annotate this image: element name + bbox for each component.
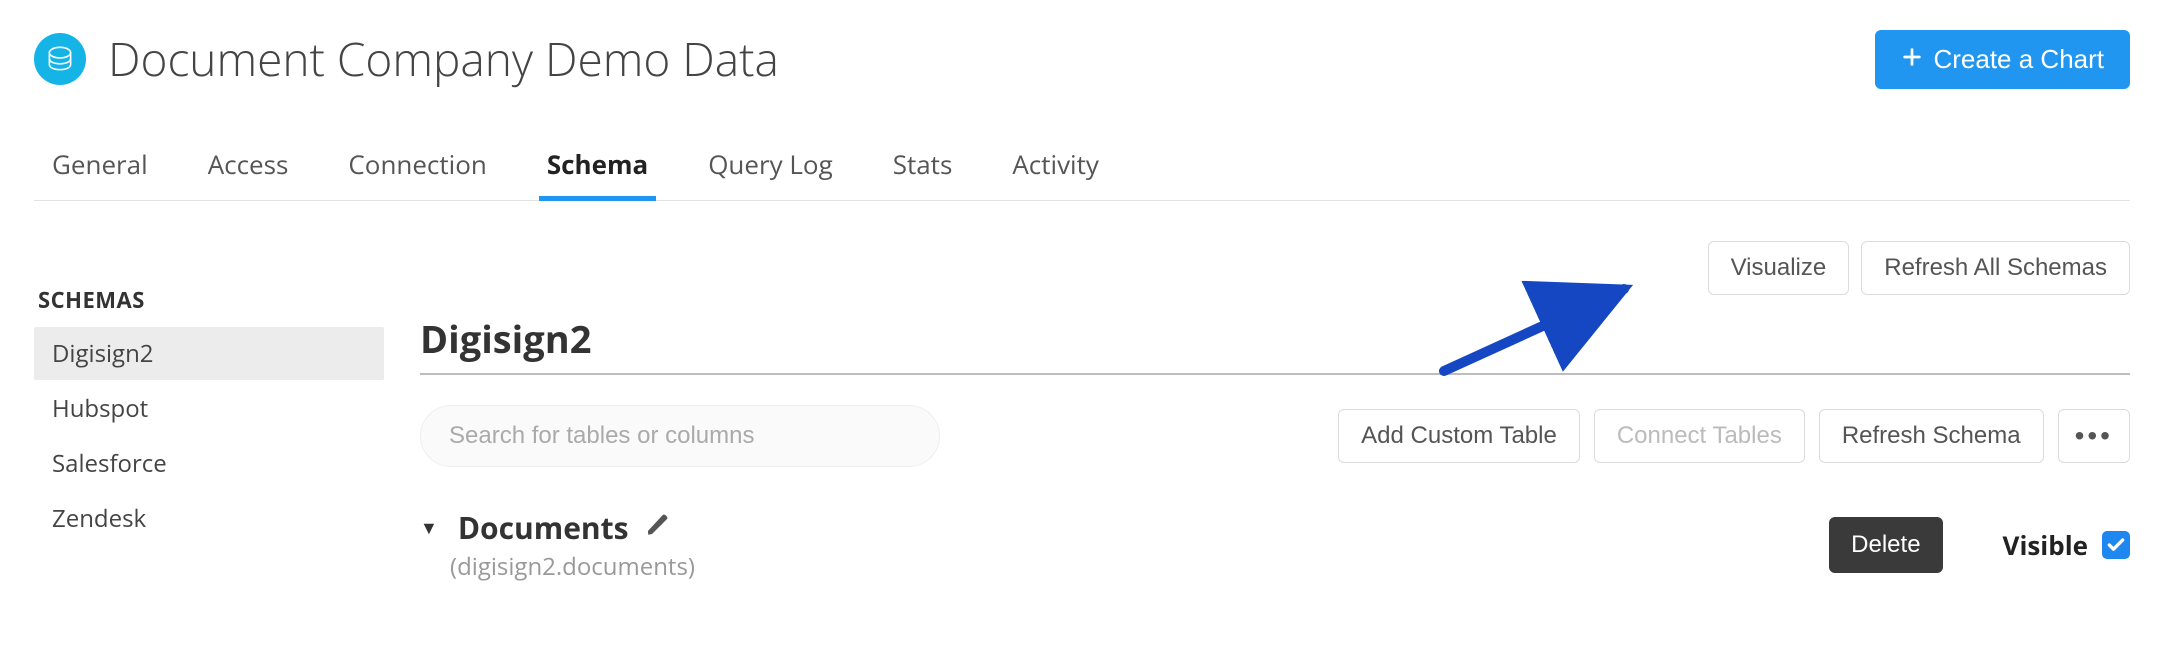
tab-general[interactable]: General xyxy=(50,140,150,200)
schema-tools-row: Add Custom Table Connect Tables Refresh … xyxy=(420,405,2130,467)
sidebar-item-digisign2[interactable]: Digisign2 xyxy=(34,327,384,380)
schema-main: Visualize Refresh All Schemas Digisign2 xyxy=(384,241,2130,583)
visualize-button[interactable]: Visualize xyxy=(1708,241,1850,295)
more-actions-button[interactable]: ••• xyxy=(2058,409,2130,463)
add-custom-table-button[interactable]: Add Custom Table xyxy=(1338,409,1580,463)
plus-icon xyxy=(1901,44,1923,75)
create-chart-button[interactable]: Create a Chart xyxy=(1875,30,2130,89)
visible-toggle-group: Visible xyxy=(2003,527,2130,563)
tab-schema[interactable]: Schema xyxy=(545,140,650,200)
tab-stats[interactable]: Stats xyxy=(891,140,955,200)
sidebar-item-salesforce[interactable]: Salesforce xyxy=(34,437,384,490)
table-name: Documents xyxy=(458,507,629,548)
schema-title-block: Digisign2 xyxy=(420,313,2130,375)
table-row: ▼ Documents (digisign2.documents) Delete… xyxy=(420,507,2130,583)
table-qualified-name: (digisign2.documents) xyxy=(450,550,695,583)
pencil-icon[interactable] xyxy=(645,512,671,543)
refresh-schema-button[interactable]: Refresh Schema xyxy=(1819,409,2044,463)
connect-tables-button[interactable]: Connect Tables xyxy=(1594,409,1805,463)
tabs: General Access Connection Schema Query L… xyxy=(34,140,2130,201)
create-chart-label: Create a Chart xyxy=(1933,44,2104,75)
tab-access[interactable]: Access xyxy=(206,140,291,200)
visible-label: Visible xyxy=(2003,527,2088,563)
page-header: Document Company Demo Data Create a Char… xyxy=(34,28,2130,90)
sidebar-item-zendesk[interactable]: Zendesk xyxy=(34,492,384,545)
schemas-sidebar: SCHEMAS Digisign2 Hubspot Salesforce Zen… xyxy=(34,241,384,583)
tab-activity[interactable]: Activity xyxy=(1010,140,1101,200)
tab-query-log[interactable]: Query Log xyxy=(706,140,835,200)
page-title: Document Company Demo Data xyxy=(108,28,779,90)
sidebar-item-hubspot[interactable]: Hubspot xyxy=(34,382,384,435)
title-divider xyxy=(420,373,2130,375)
postgres-icon xyxy=(34,33,86,85)
delete-button[interactable]: Delete xyxy=(1829,517,1942,573)
schema-title: Digisign2 xyxy=(420,313,2130,365)
tab-connection[interactable]: Connection xyxy=(346,140,488,200)
search-input[interactable] xyxy=(420,405,940,467)
schemas-heading: SCHEMAS xyxy=(34,285,384,315)
visible-checkbox[interactable] xyxy=(2102,531,2130,559)
caret-down-icon[interactable]: ▼ xyxy=(420,516,438,540)
refresh-all-schemas-button[interactable]: Refresh All Schemas xyxy=(1861,241,2130,295)
